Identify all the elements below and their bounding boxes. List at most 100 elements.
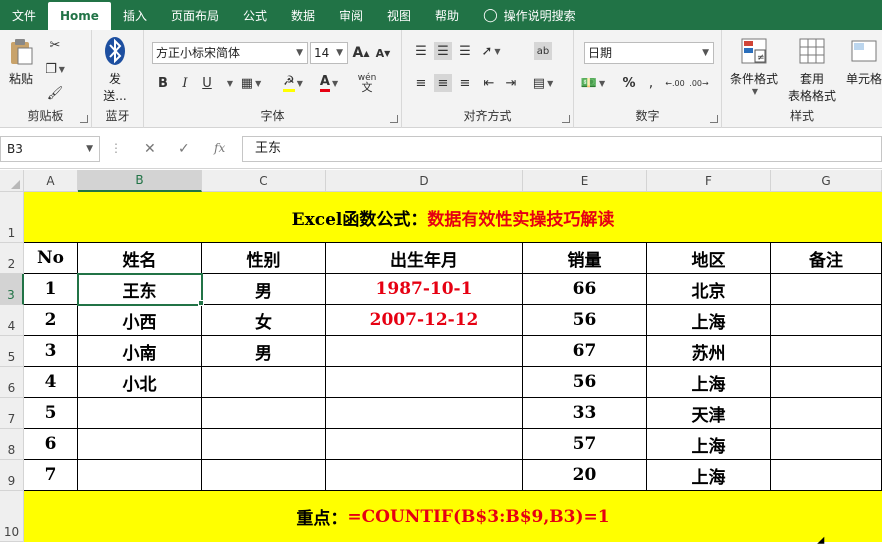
merge-center-icon[interactable]: ▤ ▼ <box>533 74 553 92</box>
table-cell[interactable] <box>771 429 882 460</box>
active-cell-b3[interactable]: 王东 <box>77 273 203 306</box>
tell-me-search[interactable]: ◯ 操作说明搜索 <box>471 0 588 30</box>
table-cell[interactable] <box>202 398 326 429</box>
row-header-9[interactable]: 9 <box>0 460 24 491</box>
name-box[interactable]: B3 ▼ <box>0 136 100 162</box>
footer-banner[interactable]: 重点： =COUNTIF(B$3:B$9,B3)=1 <box>24 491 882 542</box>
enter-icon[interactable]: ✓ <box>178 141 190 157</box>
row-header-2[interactable]: 2 <box>0 243 24 274</box>
increase-decimal-icon[interactable]: ←.00 <box>665 74 684 92</box>
row-header-3[interactable]: 3 <box>0 274 24 305</box>
table-cell[interactable] <box>78 460 202 491</box>
table-cell[interactable] <box>326 367 523 398</box>
table-cell[interactable] <box>326 336 523 367</box>
tab-insert[interactable]: 插入 <box>111 0 159 30</box>
table-cell[interactable] <box>771 274 882 305</box>
table-cell[interactable] <box>202 367 326 398</box>
table-cell[interactable]: 男 <box>202 336 326 367</box>
font-size-select[interactable]: 14 ▼ <box>310 42 348 64</box>
formula-input[interactable]: 王东 <box>242 136 882 162</box>
select-all-corner[interactable] <box>0 170 24 192</box>
font-launcher-icon[interactable] <box>390 115 398 123</box>
grow-font-icon[interactable]: A ▲ <box>352 44 370 62</box>
table-cell[interactable]: 女 <box>202 305 326 336</box>
table-cell[interactable] <box>771 367 882 398</box>
row-header-1[interactable]: 1 <box>0 192 24 243</box>
table-cell[interactable]: 7 <box>24 460 78 491</box>
format-painter-icon[interactable]: 🖌 <box>46 84 64 102</box>
table-cell[interactable]: 5 <box>24 398 78 429</box>
title-banner[interactable]: Excel函数公式： 数据有效性实操技巧解读 <box>24 192 882 243</box>
table-cell[interactable]: 3 <box>24 336 78 367</box>
column-header-g[interactable]: G <box>771 170 882 192</box>
table-cell[interactable]: 上海 <box>647 429 771 460</box>
align-left-icon[interactable]: ≡ <box>412 74 430 92</box>
borders-icon[interactable]: ▦ ▼ <box>241 74 261 92</box>
table-cell[interactable]: 上海 <box>647 367 771 398</box>
table-cell[interactable]: 67 <box>523 336 647 367</box>
table-cell[interactable]: 20 <box>523 460 647 491</box>
format-as-table-button[interactable]: 套用 表格格式 <box>788 36 836 104</box>
row-header-7[interactable]: 7 <box>0 398 24 429</box>
tab-view[interactable]: 视图 <box>375 0 423 30</box>
tab-file[interactable]: 文件 <box>0 0 48 30</box>
header-cell-notes[interactable]: 备注 <box>771 243 882 274</box>
bluetooth-send-button[interactable]: 发 送... <box>100 36 130 104</box>
table-cell[interactable] <box>202 429 326 460</box>
table-cell[interactable]: 小北 <box>78 367 202 398</box>
table-cell[interactable] <box>771 336 882 367</box>
increase-indent-icon[interactable]: ⇥ <box>502 74 520 92</box>
table-cell[interactable]: 6 <box>24 429 78 460</box>
bold-button[interactable]: B <box>154 74 172 92</box>
comma-style-icon[interactable]: , <box>642 74 660 92</box>
table-cell[interactable]: 男 <box>202 274 326 305</box>
number-format-select[interactable]: 日期 ▼ <box>584 42 714 64</box>
chevron-down-icon[interactable]: ▼ <box>220 74 238 92</box>
column-header-c[interactable]: C <box>202 170 326 192</box>
table-cell[interactable] <box>78 429 202 460</box>
column-header-f[interactable]: F <box>647 170 771 192</box>
cut-icon[interactable]: ✂ <box>46 36 64 54</box>
table-cell[interactable] <box>326 460 523 491</box>
table-cell[interactable]: 1 <box>24 274 78 305</box>
tab-review[interactable]: 审阅 <box>327 0 375 30</box>
font-color-icon[interactable]: A ▼ <box>319 74 338 92</box>
table-cell[interactable] <box>771 460 882 491</box>
table-cell[interactable] <box>771 305 882 336</box>
table-cell[interactable] <box>326 429 523 460</box>
table-cell[interactable] <box>78 398 202 429</box>
cell-styles-button[interactable]: 单元格 <box>846 36 882 87</box>
table-cell[interactable]: 小西 <box>78 305 202 336</box>
table-cell[interactable]: 66 <box>523 274 647 305</box>
table-cell[interactable]: 2007-12-12 <box>326 305 523 336</box>
table-cell[interactable]: 56 <box>523 305 647 336</box>
table-cell[interactable] <box>326 398 523 429</box>
insert-function-icon[interactable]: fx <box>214 141 225 155</box>
cancel-icon[interactable]: ✕ <box>144 141 156 157</box>
table-cell[interactable]: 天津 <box>647 398 771 429</box>
fill-handle[interactable] <box>198 300 204 306</box>
header-cell-no[interactable]: No <box>24 243 78 274</box>
align-bottom-icon[interactable]: ☰ <box>456 42 474 60</box>
underline-button[interactable]: U <box>198 74 216 92</box>
table-cell[interactable]: 1987-10-1 <box>326 274 523 305</box>
table-cell[interactable]: 北京 <box>647 274 771 305</box>
table-cell[interactable]: 33 <box>523 398 647 429</box>
header-cell-birth[interactable]: 出生年月 <box>326 243 523 274</box>
italic-button[interactable]: I <box>176 74 194 92</box>
column-header-a[interactable]: A <box>24 170 78 192</box>
decrease-decimal-icon[interactable]: .00→ <box>689 74 708 92</box>
decrease-indent-icon[interactable]: ⇤ <box>480 74 498 92</box>
wrap-text-icon[interactable]: ab <box>534 42 552 60</box>
conditional-formatting-button[interactable]: ≠ 条件格式 ▼ <box>730 36 778 96</box>
tab-formulas[interactable]: 公式 <box>231 0 279 30</box>
table-cell[interactable] <box>771 398 882 429</box>
table-cell[interactable]: 4 <box>24 367 78 398</box>
table-cell[interactable]: 上海 <box>647 460 771 491</box>
header-cell-sales[interactable]: 销量 <box>523 243 647 274</box>
row-header-8[interactable]: 8 <box>0 429 24 460</box>
copy-icon[interactable]: ❐ ▼ <box>45 60 65 78</box>
table-cell[interactable] <box>202 460 326 491</box>
alignment-launcher-icon[interactable] <box>562 115 570 123</box>
align-middle-icon[interactable]: ☰ <box>434 42 452 60</box>
